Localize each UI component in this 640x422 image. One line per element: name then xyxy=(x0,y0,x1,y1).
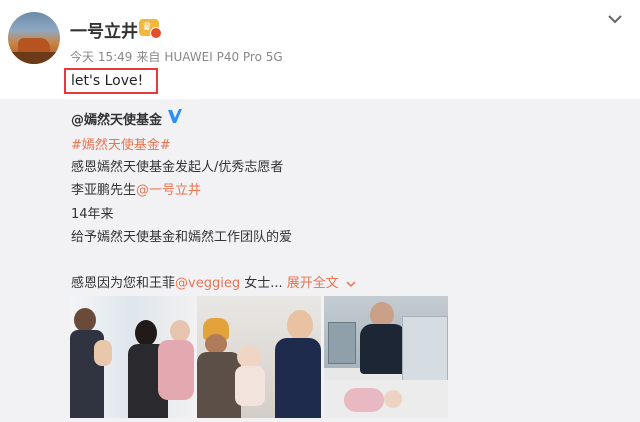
repost-line-3-text: 李亚鹏先生 xyxy=(71,183,137,198)
repost-line-6-text: 感恩因为您和王菲 xyxy=(71,276,176,291)
post-meta: 今天 15:49 来自 HUAWEI P40 Pro 5G xyxy=(70,48,287,65)
repost-line-2: 感恩嫣然天使基金发起人/优秀志愿者 xyxy=(71,160,284,175)
photo-2[interactable] xyxy=(197,296,321,418)
username[interactable]: 一号立井 xyxy=(70,17,138,42)
repost-hashtag[interactable]: #嫣然天使基金# xyxy=(71,134,171,153)
repost-line-6-suffix: 女士... xyxy=(240,276,283,291)
chevron-down-icon[interactable] xyxy=(608,14,622,24)
avatar-ground xyxy=(8,52,60,64)
expand-full-text-link[interactable]: 展开全文 xyxy=(287,276,356,291)
avatar[interactable] xyxy=(8,12,60,64)
mention-link-veggieg[interactable]: @veggieg xyxy=(175,276,240,291)
vip-crown-icon[interactable]: ♛ xyxy=(139,19,162,39)
photo-3[interactable] xyxy=(324,296,448,418)
repost-line-6: 感恩因为您和王菲@veggieg 女士... 展开全文 xyxy=(71,272,356,291)
source-prefix: 来自 xyxy=(136,50,161,64)
repost-line-4: 14年来 xyxy=(71,207,114,222)
repost-card[interactable]: @嫣然天使基金 #嫣然天使基金# 感恩嫣然天使基金发起人/优秀志愿者 李亚鹏先生… xyxy=(0,99,640,422)
repost-author[interactable]: @嫣然天使基金 xyxy=(71,109,162,128)
repost-line-3: 李亚鹏先生@一号立井 xyxy=(71,179,201,198)
post-time[interactable]: 今天 15:49 xyxy=(70,50,132,64)
post-text: let's Love! xyxy=(64,68,158,94)
mention-link[interactable]: @一号立井 xyxy=(136,183,201,198)
verified-v-icon xyxy=(168,109,182,123)
photo-1[interactable] xyxy=(70,296,194,418)
source-device[interactable]: HUAWEI P40 Pro 5G xyxy=(164,50,282,64)
chevron-down-icon xyxy=(346,280,356,287)
repost-line-5: 给予嫣然天使基金和嫣然工作团队的爱 xyxy=(71,230,293,245)
